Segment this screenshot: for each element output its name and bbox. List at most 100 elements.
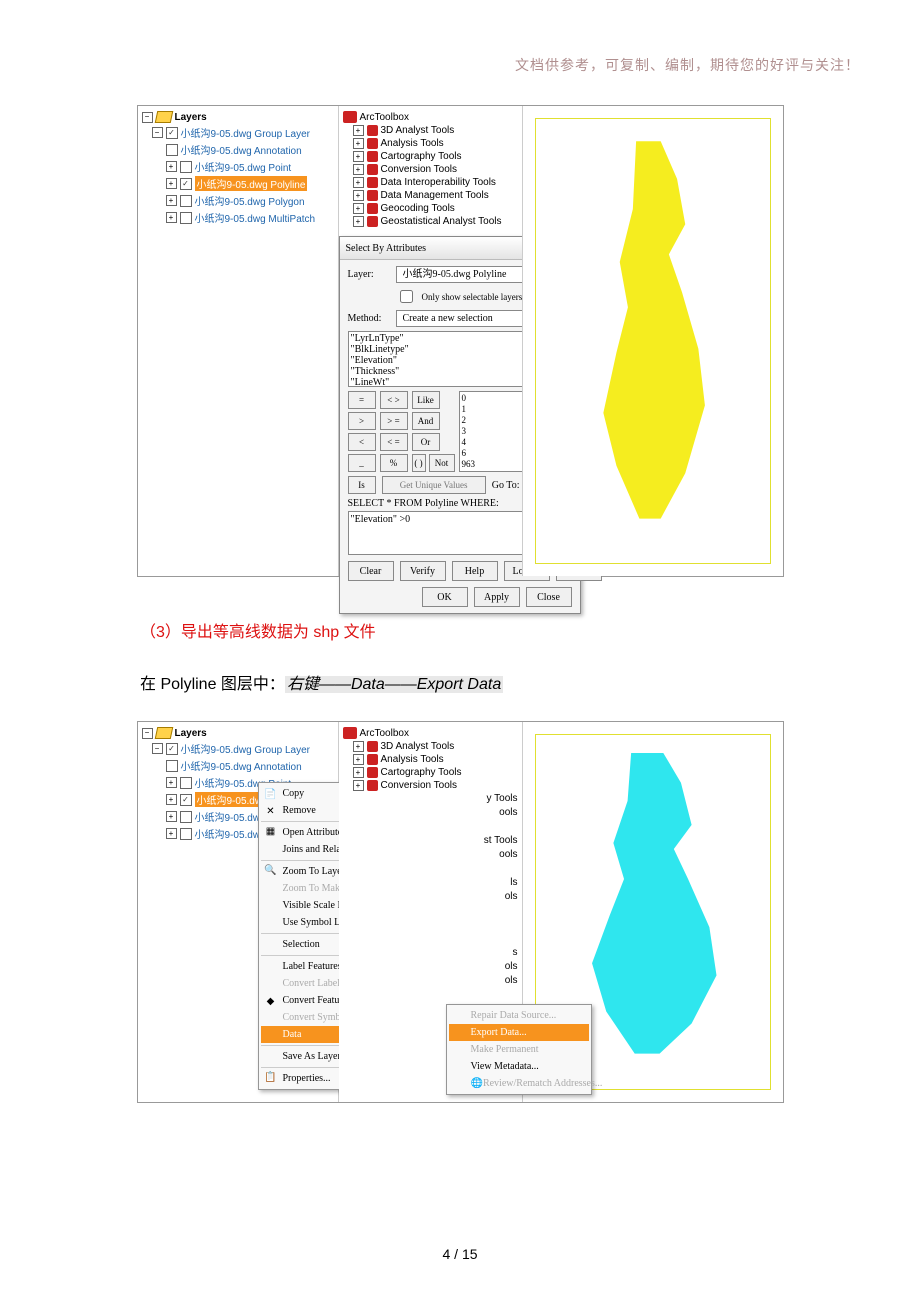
toolset[interactable]: Analysis Tools — [381, 138, 444, 149]
expand-icon[interactable]: + — [353, 138, 364, 149]
layer-multipatch[interactable]: 小纸沟9-05.dwg MultiPatch — [195, 210, 316, 225]
group-layer[interactable]: 小纸沟9-05.dwg Group Layer — [181, 741, 311, 756]
checkbox[interactable] — [180, 777, 192, 789]
checkbox[interactable] — [180, 161, 192, 173]
get-unique-values-button[interactable]: Get Unique Values — [382, 476, 486, 494]
collapse-icon[interactable]: − — [142, 112, 153, 123]
toolset[interactable]: 3D Analyst Tools — [381, 125, 455, 136]
toc-panel: −Layers −✓小纸沟9-05.dwg Group Layer 小纸沟9-0… — [138, 722, 339, 1102]
partial-text: s — [339, 946, 518, 960]
layer-annotation[interactable]: 小纸沟9-05.dwg Annotation — [181, 758, 302, 773]
op-underscore[interactable]: _ — [348, 454, 376, 472]
op-percent[interactable]: % — [380, 454, 408, 472]
expand-icon[interactable]: + — [353, 177, 364, 188]
expand-icon[interactable]: + — [166, 811, 177, 822]
op-ge[interactable]: > = — [380, 412, 408, 430]
verify-button[interactable]: Verify — [400, 561, 446, 581]
instruction-line: 在 Polyline 图层中：右键——Data——Export Data — [140, 669, 860, 701]
expand-icon[interactable]: + — [353, 767, 364, 778]
arctoolbox-root[interactable]: ArcToolbox — [360, 112, 409, 123]
expand-icon[interactable]: + — [353, 780, 364, 791]
data-submenu: Repair Data Source... Export Data... Mak… — [446, 1004, 592, 1095]
checkbox[interactable] — [180, 195, 192, 207]
expand-icon[interactable]: + — [353, 151, 364, 162]
op-le[interactable]: < = — [380, 433, 408, 451]
op-like[interactable]: Like — [412, 391, 440, 409]
submenu-view-metadata[interactable]: View Metadata... — [449, 1058, 589, 1075]
partial-text: ls — [339, 876, 518, 890]
partial-text: ols — [339, 890, 518, 904]
checkbox[interactable]: ✓ — [166, 743, 178, 755]
checkbox[interactable] — [180, 811, 192, 823]
expand-icon[interactable]: + — [353, 190, 364, 201]
op-lt[interactable]: < — [348, 433, 376, 451]
partial-text: y Tools — [339, 792, 518, 806]
layer-point[interactable]: 小纸沟9-05.dwg Point — [195, 159, 292, 174]
toolset[interactable]: Data Management Tools — [381, 190, 489, 201]
op-is[interactable]: Is — [348, 476, 376, 494]
collapse-icon[interactable]: − — [152, 127, 163, 138]
checkbox[interactable]: ✓ — [180, 178, 192, 190]
ok-button[interactable]: OK — [422, 587, 468, 607]
checkbox[interactable] — [166, 144, 178, 156]
toolset[interactable]: Data Interoperability Tools — [381, 177, 496, 188]
group-layer[interactable]: 小纸沟9-05.dwg Group Layer — [181, 125, 311, 140]
expand-icon[interactable]: + — [166, 161, 177, 172]
apply-button[interactable]: Apply — [474, 587, 520, 607]
toolset[interactable]: Cartography Tools — [381, 151, 462, 162]
map-view[interactable] — [522, 106, 783, 576]
op-eq[interactable]: = — [348, 391, 376, 409]
arctoolbox-root[interactable]: ArcToolbox — [360, 728, 409, 739]
expand-icon[interactable]: + — [166, 178, 177, 189]
clear-button[interactable]: Clear — [348, 561, 394, 581]
toolset[interactable]: Conversion Tools — [381, 164, 458, 175]
geocode-icon: 🌐 — [471, 1078, 483, 1089]
collapse-icon[interactable]: − — [152, 743, 163, 754]
checkbox[interactable] — [180, 212, 192, 224]
toolset[interactable]: 3D Analyst Tools — [381, 741, 455, 752]
partial-text: ools — [339, 848, 518, 862]
toolset[interactable]: Cartography Tools — [381, 767, 462, 778]
expand-icon[interactable]: + — [353, 741, 364, 752]
checkbox[interactable]: ✓ — [180, 794, 192, 806]
toolset[interactable]: Geocoding Tools — [381, 203, 455, 214]
expand-icon[interactable]: + — [353, 754, 364, 765]
toolset[interactable]: Geostatistical Analyst Tools — [381, 216, 502, 227]
toc-panel: −Layers −✓小纸沟9-05.dwg Group Layer 小纸沟9-0… — [138, 106, 339, 576]
op-or[interactable]: Or — [412, 433, 440, 451]
op-and[interactable]: And — [412, 412, 440, 430]
op-paren[interactable]: ( ) — [412, 454, 426, 472]
op-ne[interactable]: < > — [380, 391, 408, 409]
submenu-export-data[interactable]: Export Data... — [449, 1024, 589, 1041]
checkbox[interactable]: ✓ — [166, 127, 178, 139]
op-not[interactable]: Not — [429, 454, 455, 472]
expand-icon[interactable]: + — [166, 212, 177, 223]
expand-icon[interactable]: + — [166, 777, 177, 788]
checkbox[interactable] — [180, 828, 192, 840]
collapse-icon[interactable]: − — [142, 728, 153, 739]
expand-icon[interactable]: + — [353, 216, 364, 227]
expand-icon[interactable]: + — [353, 164, 364, 175]
toc-root: Layers — [175, 728, 207, 739]
layer-polygon[interactable]: 小纸沟9-05.dwg Polygon — [195, 193, 305, 208]
checkbox[interactable] — [166, 760, 178, 772]
only-show-checkbox[interactable] — [400, 290, 413, 303]
toolbox-icon — [367, 190, 378, 201]
expand-icon[interactable]: + — [166, 794, 177, 805]
expand-icon[interactable]: + — [166, 828, 177, 839]
partial-text: ols — [339, 974, 518, 988]
expand-icon[interactable]: + — [353, 125, 364, 136]
help-button[interactable]: Help — [452, 561, 498, 581]
close-button[interactable]: Close — [526, 587, 572, 607]
expand-icon[interactable]: + — [166, 195, 177, 206]
toolset[interactable]: Conversion Tools — [381, 780, 458, 791]
graphics-icon: ◆ — [264, 994, 278, 1008]
toolset[interactable]: Analysis Tools — [381, 754, 444, 765]
op-gt[interactable]: > — [348, 412, 376, 430]
layer-annotation[interactable]: 小纸沟9-05.dwg Annotation — [181, 142, 302, 157]
layer-polyline[interactable]: 小纸沟9-05.dwg Polyline — [195, 176, 308, 191]
layers-icon — [154, 727, 173, 739]
copy-icon: 📄 — [264, 787, 278, 801]
toolbox-icon — [367, 203, 378, 214]
expand-icon[interactable]: + — [353, 203, 364, 214]
